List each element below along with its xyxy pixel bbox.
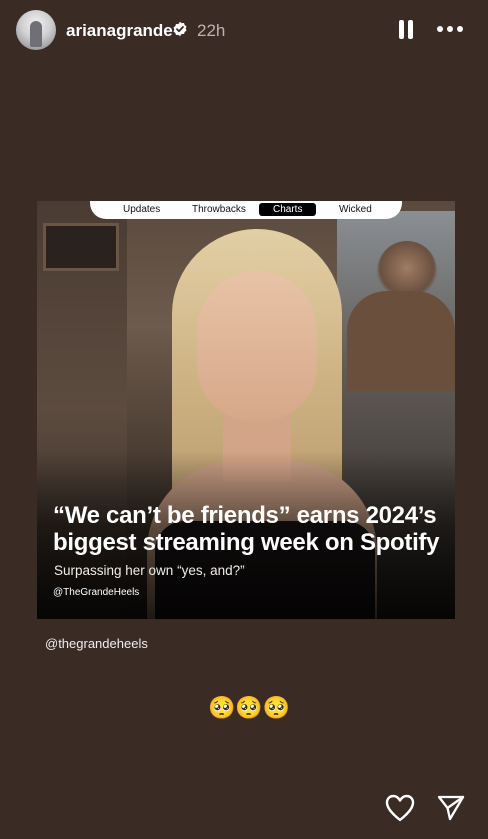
send-icon[interactable] [437,795,465,821]
profile-avatar[interactable] [16,10,56,50]
more-options-icon[interactable] [436,24,464,34]
pause-icon[interactable] [396,20,416,40]
post-subtitle: Surpassing her own “yes, and?” [54,563,245,578]
shared-post-image[interactable] [37,201,455,619]
wall-frame [43,223,119,271]
verified-badge-icon [173,21,187,37]
username[interactable]: arianagrande [66,21,173,41]
heart-icon[interactable] [385,794,415,822]
face [197,271,317,421]
tab-wicked: Wicked [339,204,372,215]
background-person-body [347,291,455,391]
emoji-text: 🥺🥺🥺 [208,695,291,720]
tab-charts: Charts [259,203,317,216]
story-header: arianagrande 22h [0,0,488,62]
post-time: 22h [197,21,226,40]
post-headline: “We can’t be friends” earns 2024’s bigge… [53,502,440,556]
tab-updates: Updates [123,204,161,215]
post-tabs: Updates Throwbacks Charts Wicked [90,201,402,219]
post-source-handle: @TheGrandeHeels [53,587,140,598]
mention-sticker[interactable]: @thegrandeheels [45,636,148,651]
tab-throwbacks: Throwbacks [192,204,246,215]
